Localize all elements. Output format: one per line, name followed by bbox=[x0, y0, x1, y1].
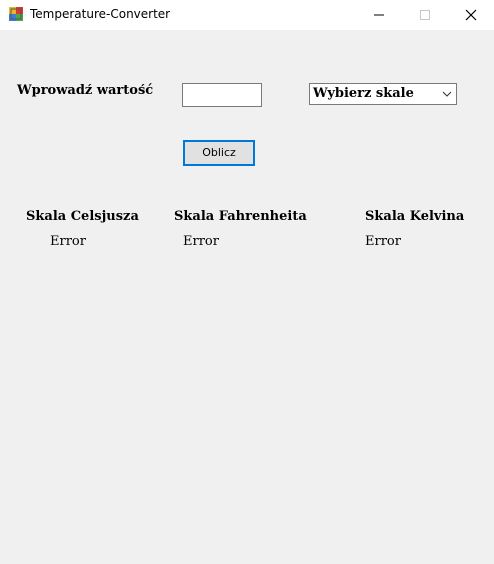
calculate-button[interactable]: Oblicz bbox=[183, 140, 255, 166]
close-button[interactable] bbox=[448, 0, 494, 30]
form-client-area bbox=[0, 30, 494, 564]
close-icon bbox=[465, 9, 477, 21]
scale-select[interactable]: Wybierz skale bbox=[309, 83, 457, 105]
title-bar: Temperature-Converter bbox=[0, 0, 494, 30]
value-input[interactable] bbox=[182, 83, 262, 107]
app-icon bbox=[9, 7, 23, 21]
calculate-button-label: Oblicz bbox=[202, 146, 236, 159]
maximize-icon bbox=[420, 10, 430, 20]
fahrenheit-value: Error bbox=[183, 234, 219, 249]
maximize-button[interactable] bbox=[402, 0, 448, 30]
chevron-down-icon bbox=[442, 91, 452, 97]
minimize-icon bbox=[374, 14, 384, 16]
celsius-value: Error bbox=[50, 234, 86, 249]
kelvin-value: Error bbox=[365, 234, 401, 249]
kelvin-label: Skala Kelvina bbox=[365, 209, 465, 224]
celsius-label: Skala Celsjusza bbox=[26, 209, 139, 224]
input-label: Wprowadź wartość bbox=[17, 83, 154, 98]
window-title: Temperature-Converter bbox=[30, 7, 171, 21]
minimize-button[interactable] bbox=[356, 0, 402, 30]
fahrenheit-label: Skala Fahrenheita bbox=[174, 209, 307, 224]
scale-select-value: Wybierz skale bbox=[313, 86, 414, 101]
